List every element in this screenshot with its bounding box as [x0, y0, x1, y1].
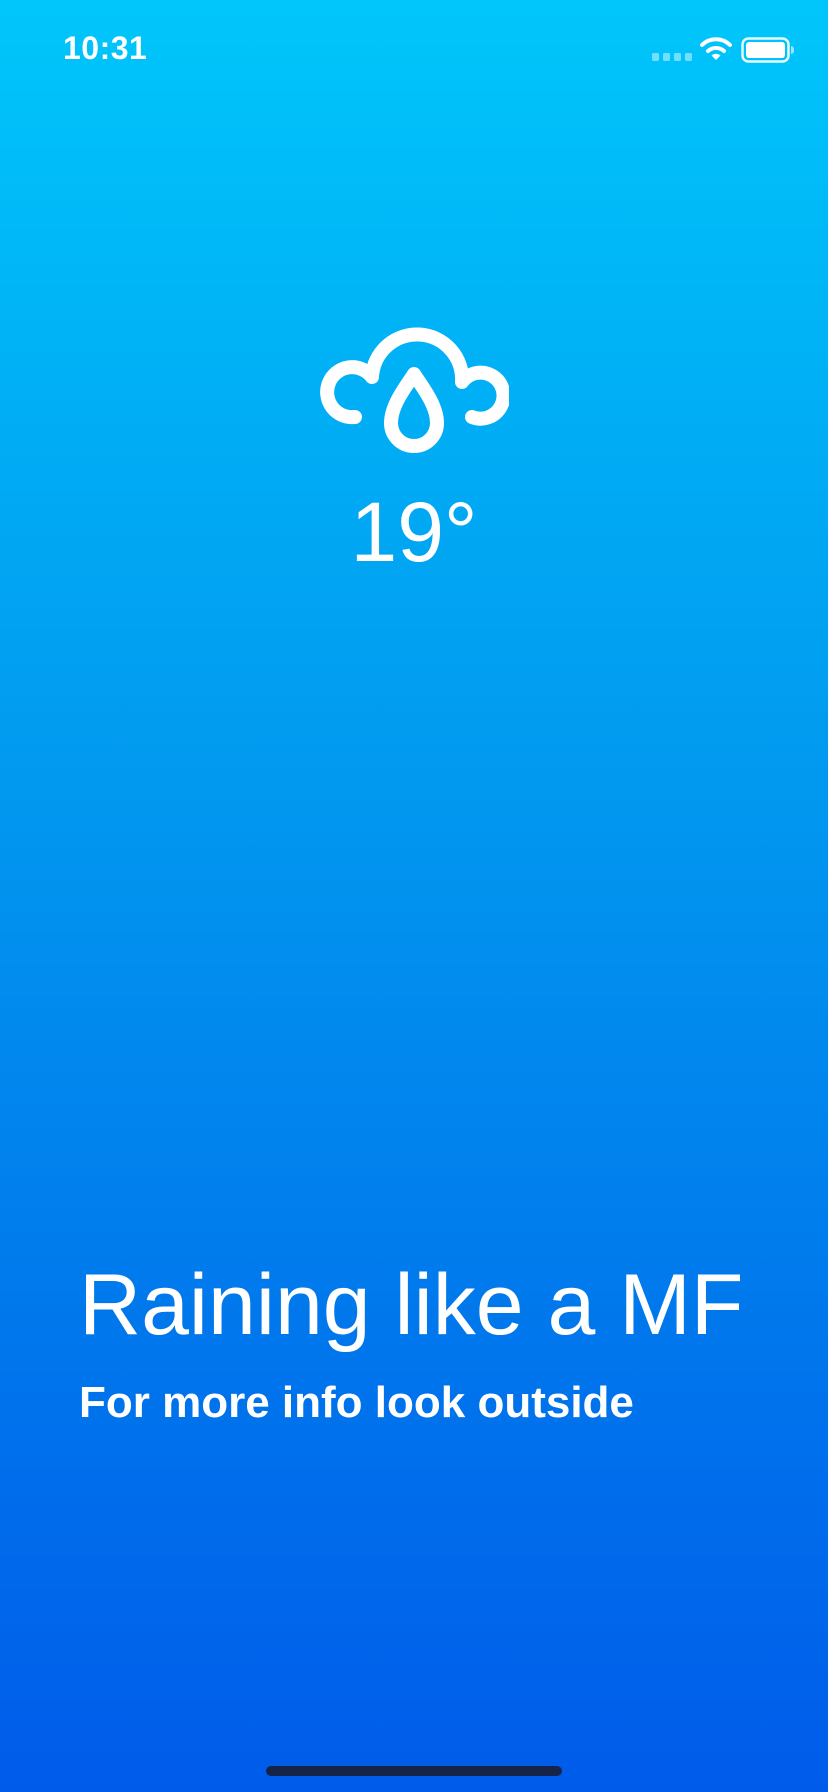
current-weather: 19°: [0, 300, 828, 574]
temperature: 19°: [350, 485, 478, 579]
cloud-rain-drop-icon: [320, 327, 509, 453]
headline: Raining like a MF: [79, 1257, 744, 1353]
home-indicator[interactable]: [266, 1766, 562, 1776]
status-time: 10:31: [63, 30, 148, 66]
message-block: Raining like a MF For more info look out…: [79, 1258, 779, 1429]
status-bar: 10:31: [0, 0, 828, 100]
subline: For more info look outside: [79, 1377, 634, 1427]
battery-icon: [741, 37, 794, 63]
cellular-signal-icon: [652, 53, 692, 61]
wifi-icon: [700, 37, 732, 60]
weather-screen: 10:31 19° Raining like a MF For more inf…: [0, 0, 828, 1792]
